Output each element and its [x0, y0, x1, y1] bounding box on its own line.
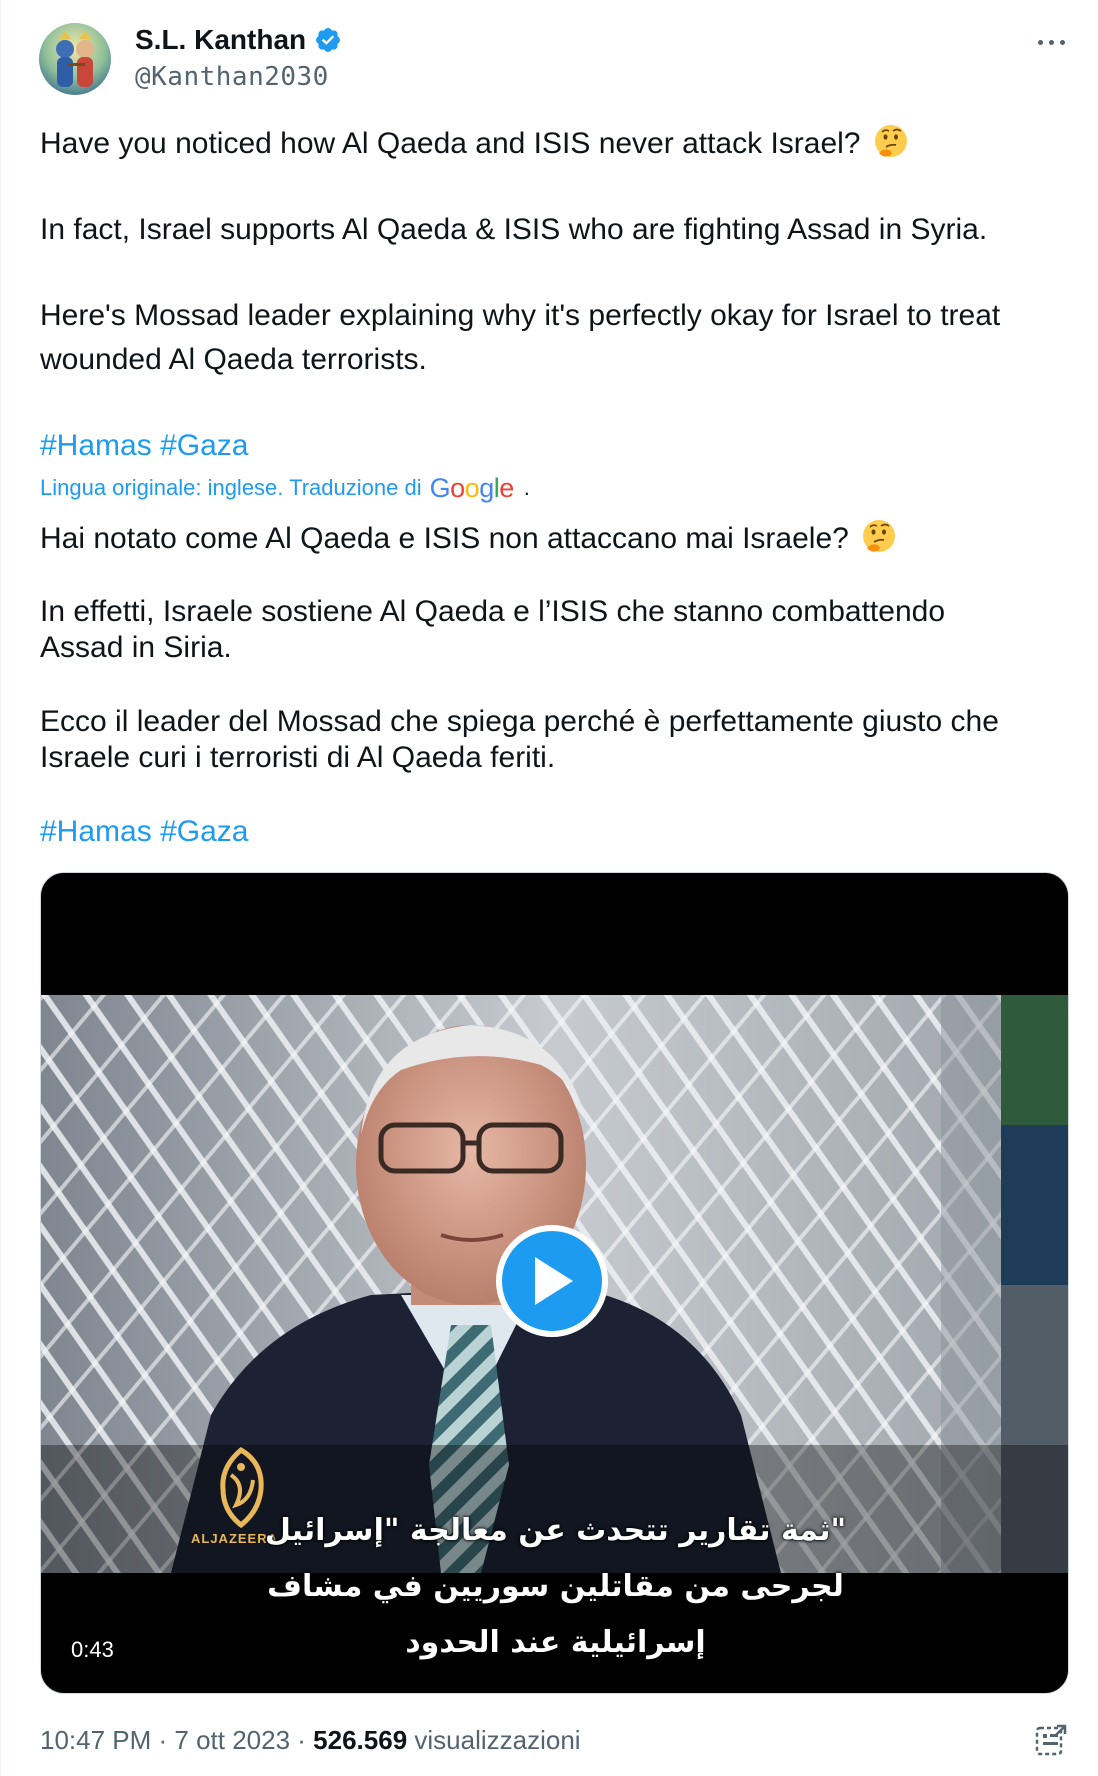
dot-icon: [1048, 39, 1054, 45]
translated-text-line: Hai notato come Al Qaeda e ISIS non atta…: [40, 518, 1070, 557]
verified-badge-icon: [316, 28, 341, 52]
hashtag-link[interactable]: #Gaza: [160, 815, 248, 848]
meta-separator: ·: [151, 1725, 175, 1755]
dot-icon: [1037, 39, 1043, 45]
author-name-text[interactable]: S.L. Kanthan: [135, 22, 306, 58]
views-count: 526.569: [313, 1725, 408, 1755]
tweet-text: wounded Al Qaeda terrorists.: [40, 343, 427, 376]
meta-separator: ·: [290, 1725, 314, 1755]
google-logo: Google: [429, 473, 515, 503]
tweet-date[interactable]: 7 ott 2023: [174, 1725, 290, 1755]
dot-icon: [1059, 39, 1065, 45]
video-duration: 0:43: [67, 1635, 118, 1665]
translated-text: In effetti, Israele sostiene Al Qaeda e …: [40, 595, 946, 628]
author-name[interactable]: S.L. Kanthan: [135, 22, 342, 58]
play-button[interactable]: [496, 1225, 608, 1337]
tweet-text: Here's Mossad leader explaining why it's…: [40, 299, 1001, 332]
hashtag-link[interactable]: #Gaza: [160, 429, 248, 462]
more-options-button[interactable]: [1031, 28, 1071, 56]
tweet-time[interactable]: 10:47 PM: [40, 1725, 151, 1755]
avatar[interactable]: [39, 23, 111, 95]
video-subtitle: "ثمة تقارير تتحدث عن معالجة "إسرائيل: [264, 1513, 847, 1548]
tweet-text: In fact, Israel supports Al Qaeda & ISIS…: [40, 213, 988, 246]
translated-text: Hai notato come Al Qaeda e ISIS non atta…: [40, 522, 849, 555]
tweet-card: S.L. Kanthan @Kanthan2030 Have you notic…: [0, 0, 1098, 1776]
video-subtitle: إسرائيلية عند الحدود: [405, 1625, 706, 1660]
tweet-meta: 10:47 PM · 7 ott 2023 · 526.569 visualiz…: [40, 1722, 581, 1758]
translated-text: Ecco il leader del Mossad che spiega per…: [40, 705, 999, 738]
tweet-text-line: Have you noticed how Al Qaeda and ISIS n…: [40, 122, 1070, 166]
play-icon: [535, 1257, 573, 1305]
tweet-text: Have you noticed how Al Qaeda and ISIS n…: [40, 127, 861, 160]
translation-dot: .: [523, 475, 530, 500]
hashtag-link[interactable]: #Hamas: [40, 429, 152, 462]
translated-text: Israele curi i terroristi di Al Qaeda fe…: [40, 741, 556, 774]
video-player[interactable]: ALJAZEERA "ثمة تقارير تتحدث عن معالجة "إ…: [40, 872, 1069, 1694]
thinking-face-icon: [863, 520, 896, 552]
views-label: visualizzazioni: [414, 1725, 581, 1755]
video-subtitle: لجرحى من مقاتلين سوريين في مشاف: [267, 1569, 844, 1604]
analytics-icon[interactable]: [1033, 1722, 1069, 1758]
thinking-face-icon: [874, 125, 907, 157]
translation-note: Lingua originale: inglese. Traduzione di…: [40, 470, 530, 506]
translated-hashtags: #Hamas #Gaza: [40, 814, 1070, 850]
krishna-avatar-icon: [39, 23, 111, 95]
author-handle[interactable]: @Kanthan2030: [135, 60, 329, 94]
translated-text: Assad in Siria.: [40, 631, 232, 664]
hashtags: #Hamas #Gaza: [40, 424, 1070, 468]
translation-note-text: Lingua originale: inglese. Traduzione di: [40, 475, 422, 500]
hashtag-link[interactable]: #Hamas: [40, 815, 152, 848]
